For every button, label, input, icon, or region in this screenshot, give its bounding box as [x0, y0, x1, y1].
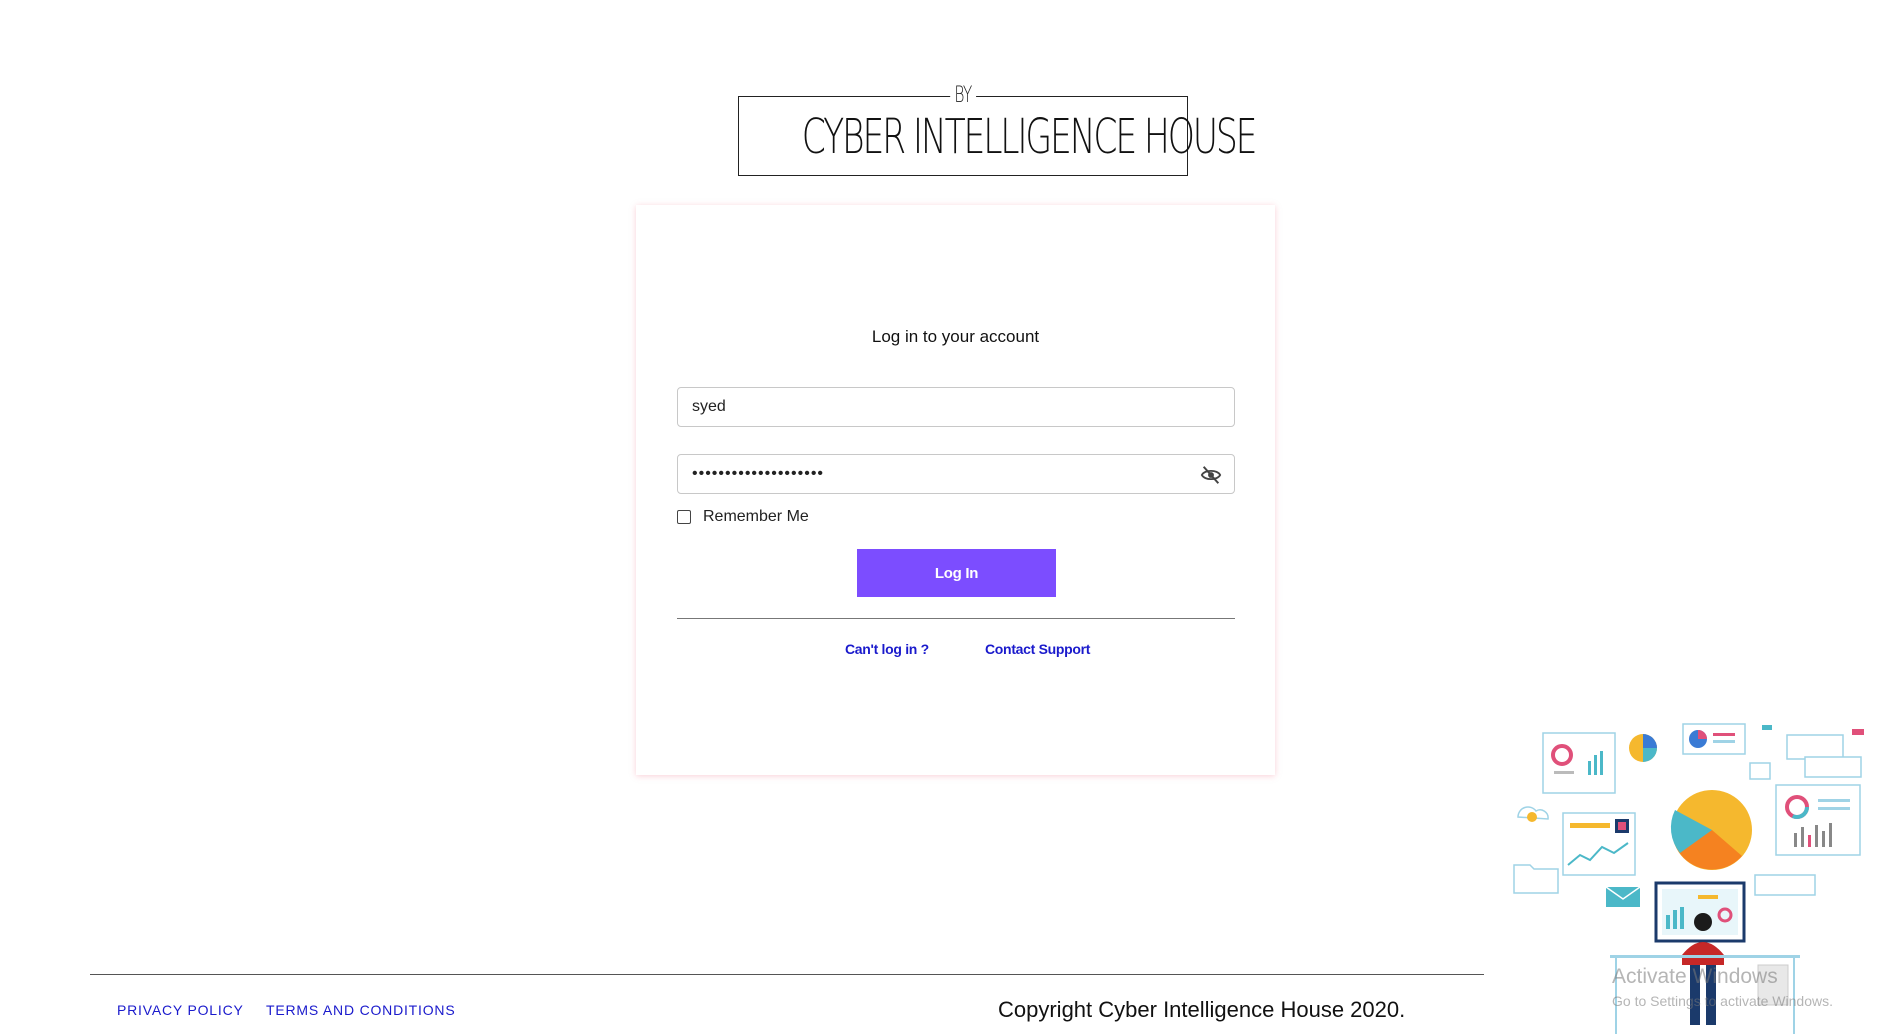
cant-login-link[interactable]: Can't log in ? — [845, 641, 929, 657]
login-title: Log in to your account — [871, 327, 1040, 346]
username-input[interactable]: syed — [677, 387, 1235, 427]
terms-link[interactable]: TERMS AND CONDITIONS — [266, 1002, 455, 1018]
remember-checkbox[interactable] — [677, 510, 691, 524]
copyright-text: Copyright Cyber Intelligence House 2020. — [998, 997, 1406, 1022]
password-input[interactable]: •••••••••••••••••••• — [677, 454, 1235, 494]
logo-by-text: BY — [950, 83, 976, 108]
watermark-subtitle: Go to Settings to activate Windows. — [1612, 993, 1833, 1009]
username-value: syed — [692, 398, 726, 415]
eye-off-icon[interactable] — [1200, 464, 1222, 486]
footer-divider — [90, 974, 1484, 975]
login-page: BY CYBER INTELLIGENCE HOUSE Log in to yo… — [0, 0, 1897, 1034]
card-divider — [677, 618, 1235, 619]
login-button[interactable]: Log In — [857, 549, 1056, 597]
brand-logo: BY CYBER INTELLIGENCE HOUSE — [738, 83, 1258, 176]
activate-windows-watermark: Activate Windows Go to Settings to activ… — [1612, 965, 1833, 1009]
contact-support-link[interactable]: Contact Support — [985, 641, 1090, 657]
password-value: •••••••••••••••••••• — [692, 465, 825, 482]
watermark-title: Activate Windows — [1612, 965, 1778, 988]
logo-name-text: CYBER INTELLIGENCE HOUSE — [801, 109, 1258, 165]
remember-me[interactable]: Remember Me — [677, 508, 809, 526]
remember-label: Remember Me — [703, 508, 809, 525]
privacy-policy-link[interactable]: PRIVACY POLICY — [117, 1002, 244, 1018]
login-card: Log in to your account syed ••••••••••••… — [636, 205, 1275, 775]
